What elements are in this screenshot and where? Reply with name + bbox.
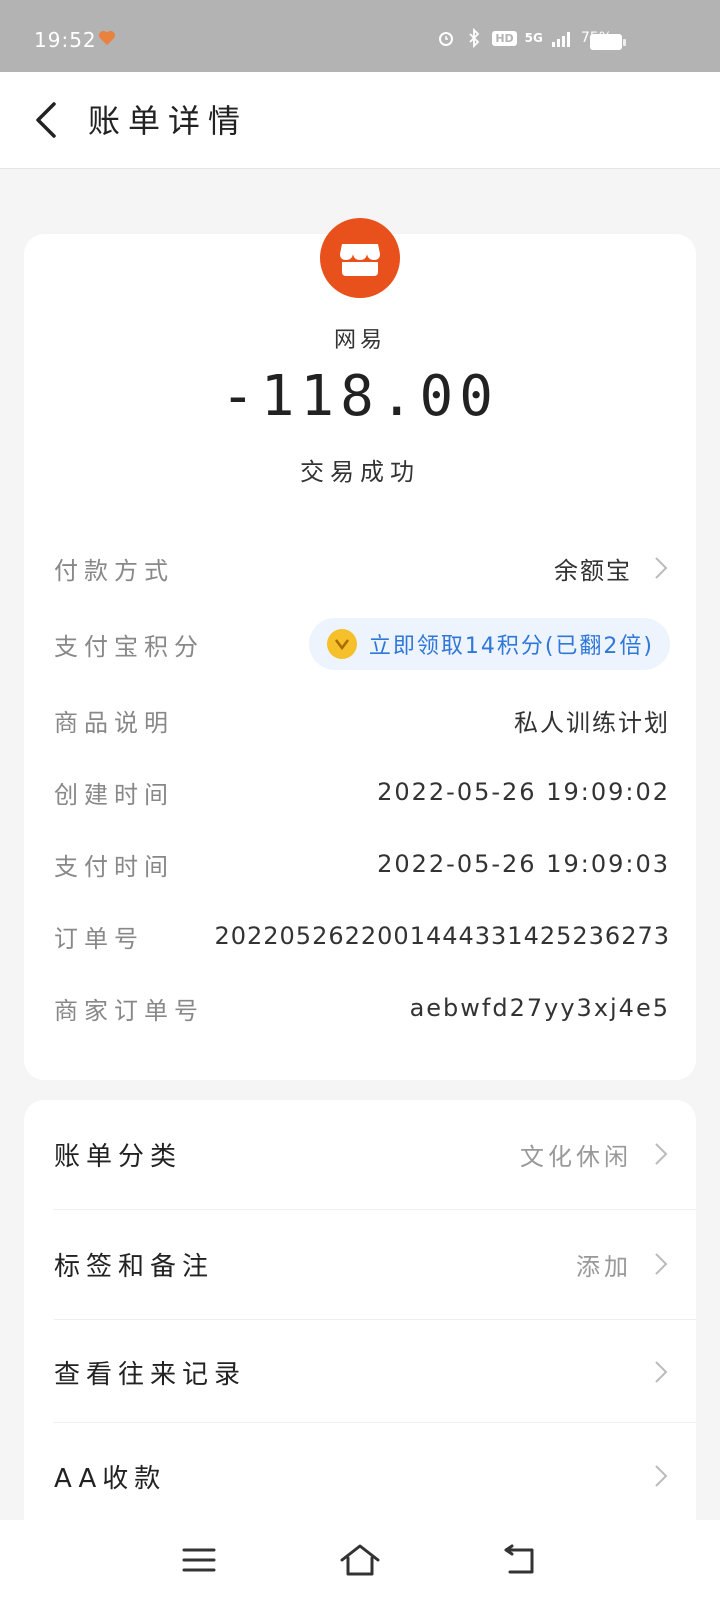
order-number-label: 订单号 bbox=[54, 924, 144, 953]
order-number-row: 订单号 2022052622001444331425236273 bbox=[54, 916, 670, 956]
alipay-points-row: 支付宝积分 立即领取14积分(已翻2倍) bbox=[54, 618, 670, 670]
tags-notes-label: 标签和备注 bbox=[54, 1251, 215, 1282]
merchant-name: 网易 bbox=[333, 328, 386, 353]
transaction-history-label: 查看往来记录 bbox=[54, 1359, 247, 1390]
merchant-order-value: aebwfd27yy3xj4e5 bbox=[409, 994, 670, 1022]
bill-category-label: 账单分类 bbox=[54, 1141, 183, 1172]
payment-method-value: 余额宝 bbox=[554, 556, 632, 585]
aa-collect-item[interactable]: AA收款 bbox=[54, 1422, 670, 1530]
page-header: 账单详情 bbox=[0, 72, 720, 169]
chevron-right-icon bbox=[655, 557, 668, 579]
order-number-value: 2022052622001444331425236273 bbox=[214, 922, 670, 950]
bill-category-value: 文化休闲 bbox=[520, 1142, 632, 1171]
battery-icon bbox=[590, 34, 626, 50]
merchant-order-label: 商家订单号 bbox=[54, 996, 204, 1025]
product-desc-label: 商品说明 bbox=[54, 708, 174, 737]
payment-method-label: 付款方式 bbox=[54, 556, 174, 585]
back-icon[interactable] bbox=[28, 98, 72, 142]
heart-icon bbox=[99, 30, 115, 46]
merchant-logo bbox=[320, 218, 400, 298]
chevron-right-icon bbox=[655, 1143, 668, 1165]
transaction-status: 交易成功 bbox=[300, 458, 420, 486]
paid-time-label: 支付时间 bbox=[54, 852, 174, 881]
created-time-label: 创建时间 bbox=[54, 780, 174, 809]
store-icon bbox=[340, 244, 380, 276]
created-time-value: 2022-05-26 19:09:02 bbox=[377, 778, 670, 806]
page-title: 账单详情 bbox=[88, 102, 249, 140]
signal-icon bbox=[551, 32, 570, 47]
paid-time-value: 2022-05-26 19:09:03 bbox=[377, 850, 670, 878]
payment-method-row[interactable]: 付款方式 余额宝 bbox=[54, 548, 670, 588]
bill-actions-card: 账单分类 文化休闲 标签和备注 添加 查看往来记录 AA收款 bbox=[24, 1100, 696, 1540]
back-nav-icon[interactable] bbox=[496, 1540, 544, 1580]
claim-points-label: 立即领取14积分(已翻2倍) bbox=[368, 634, 654, 659]
system-nav-bar bbox=[0, 1520, 720, 1605]
product-desc-row: 商品说明 私人训练计划 bbox=[54, 700, 670, 740]
chevron-right-icon bbox=[655, 1361, 668, 1383]
alipay-points-label: 支付宝积分 bbox=[54, 632, 204, 661]
claim-points-button[interactable]: 立即领取14积分(已翻2倍) bbox=[308, 618, 670, 670]
bluetooth-icon bbox=[469, 28, 480, 48]
transaction-history-item[interactable]: 查看往来记录 bbox=[54, 1318, 670, 1426]
alarm-icon bbox=[439, 32, 454, 46]
created-time-row: 创建时间 2022-05-26 19:09:02 bbox=[54, 772, 670, 812]
bill-category-item[interactable]: 账单分类 文化休闲 bbox=[54, 1100, 670, 1208]
status-bar: 19:52 HD 5G 75% bbox=[0, 0, 720, 72]
bill-detail-card: 网易 -118.00 交易成功 付款方式 余额宝 支付宝积分 立即领取14积分(… bbox=[24, 218, 696, 1080]
network-label: 5G bbox=[524, 31, 543, 45]
tags-notes-item[interactable]: 标签和备注 添加 bbox=[54, 1210, 670, 1318]
home-icon[interactable] bbox=[336, 1540, 384, 1580]
menu-icon[interactable] bbox=[176, 1540, 224, 1580]
merchant-order-row: 商家订单号 aebwfd27yy3xj4e5 bbox=[54, 988, 670, 1028]
transaction-amount: -118.00 bbox=[220, 364, 499, 429]
tags-notes-value: 添加 bbox=[576, 1252, 632, 1281]
status-icons: HD 5G 75% bbox=[436, 28, 612, 48]
hd-badge: HD bbox=[492, 30, 517, 46]
chevron-right-icon bbox=[655, 1253, 668, 1275]
chevron-right-icon bbox=[655, 1465, 668, 1487]
status-time: 19:52 bbox=[34, 28, 97, 52]
aa-collect-label: AA收款 bbox=[54, 1463, 167, 1494]
paid-time-row: 支付时间 2022-05-26 19:09:03 bbox=[54, 844, 670, 884]
product-desc-value: 私人训练计划 bbox=[514, 708, 670, 737]
coin-icon bbox=[326, 629, 357, 659]
